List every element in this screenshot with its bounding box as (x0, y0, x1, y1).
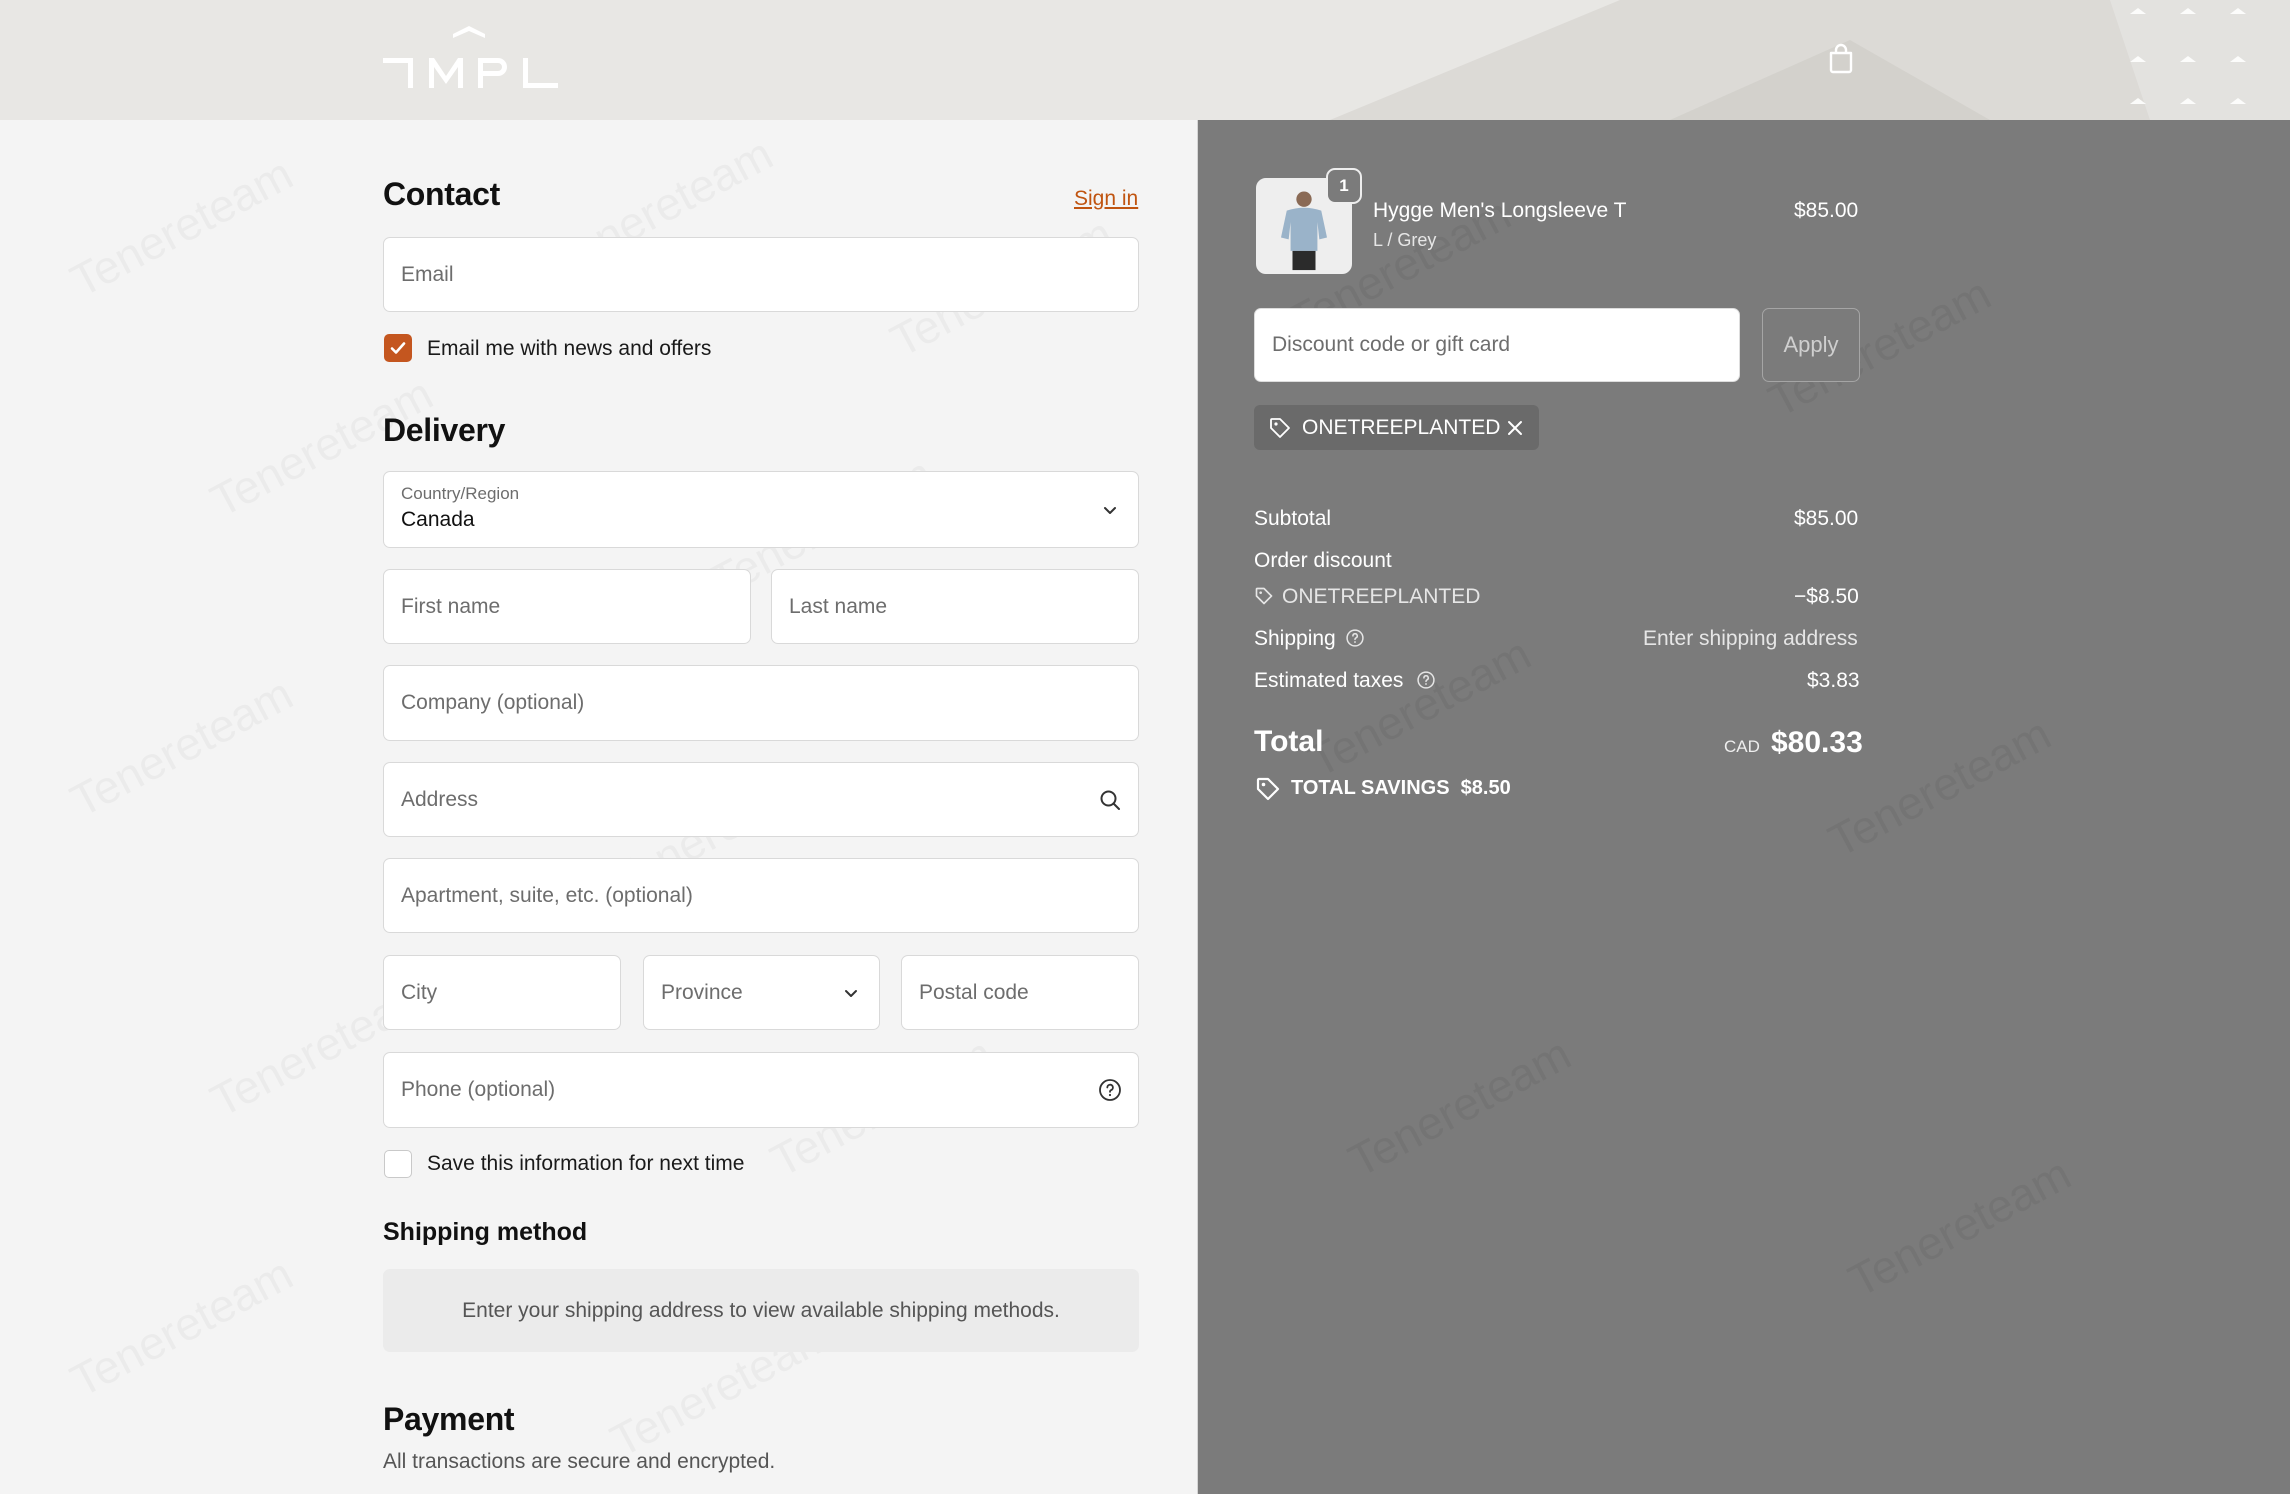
newsletter-checkbox[interactable] (384, 334, 412, 362)
chevron-down-icon (1104, 506, 1116, 514)
payment-heading: Payment (383, 1401, 515, 1437)
product-variant: L / Grey (1373, 230, 1437, 250)
phone-field[interactable]: Phone (optional) (383, 1052, 1139, 1128)
savings-label-text: TOTAL SAVINGS (1291, 777, 1450, 799)
sign-in-link[interactable]: Sign in (1074, 187, 1138, 211)
email-field[interactable]: Email (383, 237, 1139, 312)
country-select[interactable]: Country/Region Canada (383, 471, 1139, 548)
apartment-field[interactable]: Apartment, suite, etc. (optional) (383, 858, 1139, 933)
product-price: $85.00 (1794, 199, 1859, 222)
applied-discount-chip: ONETREEPLANTED (1254, 405, 1539, 450)
total-value: $80.33 (1771, 726, 1863, 759)
email-placeholder: Email (401, 262, 454, 286)
product-name: Hygge Men's Longsleeve T (1373, 199, 1627, 222)
total-savings-label: TOTAL SAVINGS $8.50 (1291, 777, 1511, 800)
close-icon[interactable] (1505, 418, 1525, 438)
help-circle-icon[interactable] (1416, 670, 1436, 690)
order-discount-value: −$8.50 (1794, 585, 1859, 608)
address-field[interactable]: Address (383, 762, 1139, 837)
total-label: Total (1254, 725, 1324, 758)
help-circle-icon[interactable] (1098, 1078, 1122, 1102)
contact-heading: Contact (383, 176, 501, 212)
first-name-placeholder: First name (401, 594, 501, 618)
brand-logo[interactable] (383, 26, 558, 90)
postal-code-placeholder: Postal code (919, 980, 1029, 1004)
header-decoration (1330, 0, 2290, 120)
postal-code-field[interactable]: Postal code (901, 955, 1139, 1030)
phone-placeholder: Phone (optional) (401, 1078, 556, 1101)
search-icon[interactable] (1098, 788, 1122, 812)
country-label: Country/Region (401, 484, 520, 503)
company-field[interactable]: Company (optional) (383, 665, 1139, 741)
tag-icon (1270, 418, 1290, 438)
shipping-method-notice: Enter your shipping address to view avai… (383, 1269, 1139, 1352)
shipping-value: Enter shipping address (1643, 627, 1858, 650)
apartment-placeholder: Apartment, suite, etc. (optional) (401, 883, 693, 907)
shipping-label: Shipping (1254, 627, 1336, 650)
discount-code-field[interactable]: Discount code or gift card (1254, 308, 1740, 382)
last-name-field[interactable]: Last name (771, 569, 1139, 644)
last-name-placeholder: Last name (789, 594, 888, 618)
shipping-method-heading: Shipping method (383, 1218, 588, 1246)
tag-icon (1256, 777, 1280, 801)
help-circle-icon[interactable] (1345, 628, 1365, 648)
subtotal-value: $85.00 (1794, 507, 1859, 530)
province-select[interactable]: Province (643, 955, 880, 1030)
country-value: Canada (401, 508, 475, 531)
save-info-checkbox[interactable] (384, 1150, 412, 1178)
applied-discount-code: ONETREEPLANTED (1302, 415, 1501, 439)
quantity-badge: 1 (1326, 168, 1362, 204)
checkmark-icon (390, 342, 406, 354)
order-discount-code: ONETREEPLANTED (1282, 585, 1481, 608)
discount-placeholder: Discount code or gift card (1272, 333, 1511, 356)
shopping-bag-icon[interactable] (1826, 42, 1856, 74)
company-placeholder: Company (optional) (401, 691, 585, 714)
chevron-down-icon (845, 989, 857, 997)
address-placeholder: Address (401, 787, 479, 811)
delivery-heading: Delivery (383, 412, 506, 448)
save-info-label: Save this information for next time (427, 1152, 745, 1175)
apply-discount-button[interactable]: Apply (1762, 308, 1860, 382)
first-name-field[interactable]: First name (383, 569, 751, 644)
estimated-taxes-label: Estimated taxes (1254, 669, 1404, 692)
province-placeholder: Province (661, 980, 743, 1004)
city-field[interactable]: City (383, 955, 621, 1030)
subtotal-label: Subtotal (1254, 507, 1332, 530)
savings-value: $8.50 (1460, 777, 1511, 799)
city-placeholder: City (401, 980, 438, 1004)
order-discount-label: Order discount (1254, 549, 1392, 572)
tag-icon (1255, 587, 1273, 605)
newsletter-label: Email me with news and offers (427, 337, 712, 360)
payment-subtitle: All transactions are secure and encrypte… (383, 1450, 776, 1473)
site-header (0, 0, 2290, 120)
estimated-taxes-value: $3.83 (1807, 669, 1860, 692)
total-currency: CAD (1724, 737, 1760, 756)
